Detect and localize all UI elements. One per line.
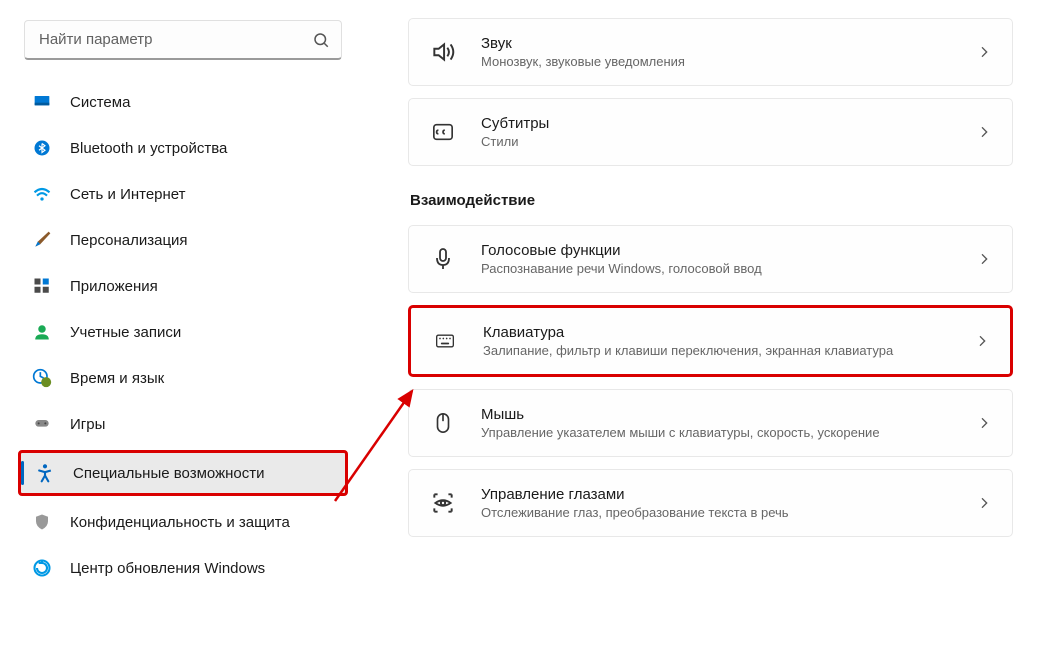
card-title: Звук xyxy=(481,35,952,52)
sidebar-item-label: Время и язык xyxy=(70,370,334,387)
card-body: Субтитры Стили xyxy=(481,115,952,149)
sidebar-item-gaming[interactable]: Игры xyxy=(18,404,348,444)
chevron-right-icon xyxy=(974,333,990,349)
sidebar-item-privacy[interactable]: Конфиденциальность и защита xyxy=(18,502,348,542)
card-body: Голосовые функции Распознавание речи Win… xyxy=(481,242,952,276)
sidebar-item-accounts[interactable]: Учетные записи xyxy=(18,312,348,352)
search-icon xyxy=(312,31,330,49)
card-title: Голосовые функции xyxy=(481,242,952,259)
card-eye-control[interactable]: Управление глазами Отслеживание глаз, пр… xyxy=(408,469,1013,537)
search-box[interactable] xyxy=(24,20,342,60)
update-icon xyxy=(32,558,52,578)
card-subtitle: Управление указателем мыши с клавиатуры,… xyxy=(481,425,952,440)
chevron-right-icon xyxy=(976,415,992,431)
microphone-icon xyxy=(429,245,457,273)
sidebar-item-label: Центр обновления Windows xyxy=(70,560,334,577)
chevron-right-icon xyxy=(976,124,992,140)
section-heading-interaction: Взаимодействие xyxy=(410,192,1013,209)
sidebar-item-personalization[interactable]: Персонализация xyxy=(18,220,348,260)
wifi-icon xyxy=(32,184,52,204)
eye-scan-icon xyxy=(429,489,457,517)
card-body: Мышь Управление указателем мыши с клавиа… xyxy=(481,406,952,440)
search-input[interactable] xyxy=(24,20,342,60)
sidebar-item-label: Конфиденциальность и защита xyxy=(70,514,334,531)
sidebar-item-time-language[interactable]: Время и язык xyxy=(18,358,348,398)
brush-icon xyxy=(32,230,52,250)
sidebar-item-apps[interactable]: Приложения xyxy=(18,266,348,306)
card-subtitle: Стили xyxy=(481,134,952,149)
main-content: Звук Монозвук, звуковые уведомления Субт… xyxy=(360,0,1037,652)
sidebar: Система Bluetooth и устройства Сеть и Ин… xyxy=(0,0,360,652)
shield-icon xyxy=(32,512,52,532)
card-keyboard[interactable]: Клавиатура Залипание, фильтр и клавиши п… xyxy=(408,305,1013,377)
chevron-right-icon xyxy=(976,495,992,511)
card-subtitle: Монозвук, звуковые уведомления xyxy=(481,54,952,69)
sidebar-item-windows-update[interactable]: Центр обновления Windows xyxy=(18,548,348,588)
mouse-icon xyxy=(429,409,457,437)
chevron-right-icon xyxy=(976,44,992,60)
keyboard-icon xyxy=(431,327,459,355)
card-sound[interactable]: Звук Монозвук, звуковые уведомления xyxy=(408,18,1013,86)
sidebar-item-label: Сеть и Интернет xyxy=(70,186,334,203)
sidebar-item-label: Bluetooth и устройства xyxy=(70,140,334,157)
card-title: Управление глазами xyxy=(481,486,952,503)
nav-list: Система Bluetooth и устройства Сеть и Ин… xyxy=(18,82,348,588)
sidebar-item-label: Игры xyxy=(70,416,334,433)
globe-clock-icon xyxy=(32,368,52,388)
sidebar-item-label: Система xyxy=(70,94,334,111)
card-subtitle: Распознавание речи Windows, голосовой вв… xyxy=(481,261,952,276)
sidebar-item-network[interactable]: Сеть и Интернет xyxy=(18,174,348,214)
sidebar-item-label: Специальные возможности xyxy=(73,465,331,482)
card-body: Звук Монозвук, звуковые уведомления xyxy=(481,35,952,69)
bluetooth-icon xyxy=(32,138,52,158)
person-icon xyxy=(32,322,52,342)
captions-icon xyxy=(429,118,457,146)
monitor-icon xyxy=(32,92,52,112)
sidebar-item-label: Персонализация xyxy=(70,232,334,249)
sidebar-item-label: Учетные записи xyxy=(70,324,334,341)
card-subtitle: Отслеживание глаз, преобразование текста… xyxy=(481,505,952,520)
sidebar-item-system[interactable]: Система xyxy=(18,82,348,122)
gamepad-icon xyxy=(32,414,52,434)
sidebar-item-bluetooth[interactable]: Bluetooth и устройства xyxy=(18,128,348,168)
chevron-right-icon xyxy=(976,251,992,267)
card-title: Клавиатура xyxy=(483,324,950,341)
card-captions[interactable]: Субтитры Стили xyxy=(408,98,1013,166)
apps-icon xyxy=(32,276,52,296)
accessibility-icon xyxy=(35,463,55,483)
card-mouse[interactable]: Мышь Управление указателем мыши с клавиа… xyxy=(408,389,1013,457)
card-subtitle: Залипание, фильтр и клавиши переключения… xyxy=(483,343,950,358)
card-speech[interactable]: Голосовые функции Распознавание речи Win… xyxy=(408,225,1013,293)
card-body: Управление глазами Отслеживание глаз, пр… xyxy=(481,486,952,520)
sidebar-item-label: Приложения xyxy=(70,278,334,295)
card-body: Клавиатура Залипание, фильтр и клавиши п… xyxy=(483,324,950,358)
sidebar-item-accessibility[interactable]: Специальные возможности xyxy=(18,450,348,496)
card-title: Субтитры xyxy=(481,115,952,132)
card-title: Мышь xyxy=(481,406,952,423)
speaker-icon xyxy=(429,38,457,66)
